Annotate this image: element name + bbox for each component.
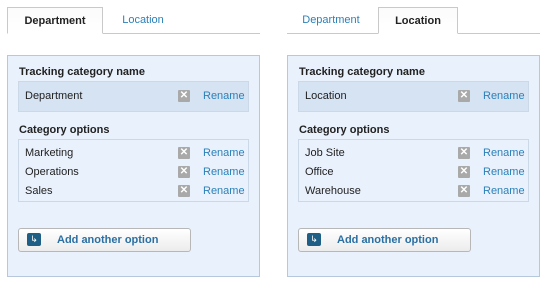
list-item: Office ✕ Rename [299,164,528,182]
category-options-list: Job Site ✕ Rename Office ✕ Rename Wareho… [298,139,529,202]
category-options-list: Marketing ✕ Rename Operations ✕ Rename S… [18,139,249,202]
remove-icon[interactable]: ✕ [178,147,190,159]
tab-location[interactable]: Location [107,7,179,33]
add-another-option-button[interactable]: ↳ Add another option [18,228,191,252]
option-label: Operations [25,166,79,178]
remove-icon[interactable]: ✕ [458,185,470,197]
remove-icon[interactable]: ✕ [458,166,470,178]
category-name-field: Department ✕ Rename [18,81,249,112]
option-label: Sales [25,185,53,197]
remove-icon[interactable]: ✕ [458,90,470,102]
tab-bar: Department Location [7,7,260,34]
remove-icon[interactable]: ✕ [178,166,190,178]
rename-link[interactable]: Rename [203,90,245,102]
category-name-field: Location ✕ Rename [298,81,529,112]
category-editor: Tracking category name Department ✕ Rena… [7,55,260,277]
rename-link[interactable]: Rename [203,185,245,197]
list-item: Job Site ✕ Rename [299,145,528,163]
category-options-heading: Category options [19,124,110,136]
list-item: Sales ✕ Rename [19,183,248,201]
tracking-category-name-heading: Tracking category name [299,66,425,78]
add-arrow-icon: ↳ [27,233,41,246]
list-item: Warehouse ✕ Rename [299,183,528,201]
remove-icon[interactable]: ✕ [178,185,190,197]
department-panel: Department Location Tracking category na… [7,7,260,277]
rename-link[interactable]: Rename [483,185,525,197]
option-label: Job Site [305,147,345,159]
category-name-value: Location [305,90,347,102]
remove-icon[interactable]: ✕ [458,147,470,159]
rename-link[interactable]: Rename [483,166,525,178]
add-another-option-button[interactable]: ↳ Add another option [298,228,471,252]
option-label: Marketing [25,147,74,159]
add-arrow-icon: ↳ [307,233,321,246]
rename-link[interactable]: Rename [203,147,245,159]
category-editor: Tracking category name Location ✕ Rename… [287,55,540,277]
tab-department[interactable]: Department [7,7,103,34]
list-item: Marketing ✕ Rename [19,145,248,163]
tab-bar: Department Location [287,7,540,34]
tab-department[interactable]: Department [287,7,375,33]
category-name-row: Department ✕ Rename [19,88,248,106]
rename-link[interactable]: Rename [483,90,525,102]
option-label: Warehouse [305,185,361,197]
add-another-option-label: Add another option [57,234,159,246]
add-another-option-label: Add another option [337,234,439,246]
category-name-row: Location ✕ Rename [299,88,528,106]
list-item: Operations ✕ Rename [19,164,248,182]
rename-link[interactable]: Rename [203,166,245,178]
option-label: Office [305,166,334,178]
tab-location[interactable]: Location [378,7,458,34]
location-panel: Department Location Tracking category na… [287,7,540,277]
category-name-value: Department [25,90,83,102]
rename-link[interactable]: Rename [483,147,525,159]
remove-icon[interactable]: ✕ [178,90,190,102]
tracking-category-name-heading: Tracking category name [19,66,145,78]
category-options-heading: Category options [299,124,390,136]
